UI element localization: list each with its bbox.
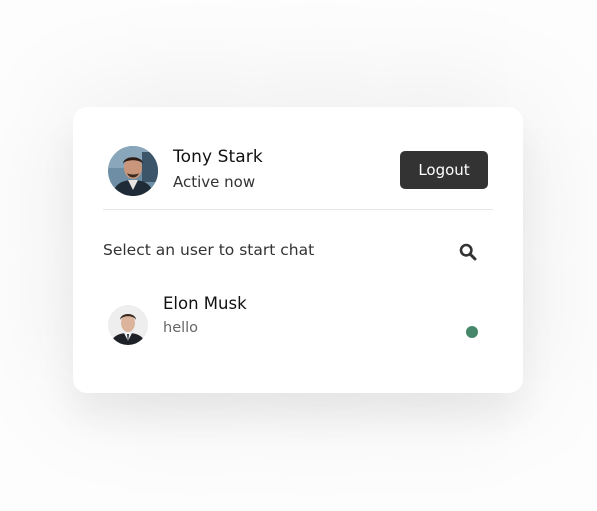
search-button[interactable] — [455, 237, 481, 263]
chat-users-panel: Tony Stark Active now Logout Select an u… — [73, 107, 523, 393]
search-prompt: Select an user to start chat — [103, 241, 315, 259]
search-icon — [455, 243, 481, 261]
header-divider — [103, 209, 493, 210]
user-avatar — [108, 305, 148, 345]
user-name: Elon Musk — [163, 294, 247, 313]
page-background: Tony Stark Active now Logout Select an u… — [0, 0, 597, 511]
online-status-dot — [466, 326, 478, 338]
current-user-name: Tony Stark — [173, 147, 263, 167]
panel-header: Tony Stark Active now Logout — [103, 144, 493, 209]
search-bar: Select an user to start chat — [103, 237, 493, 267]
user-last-message: hello — [163, 320, 199, 336]
current-user-status: Active now — [173, 173, 256, 191]
user-list-item[interactable]: Elon Musk hello — [103, 294, 493, 348]
current-user-avatar — [108, 146, 158, 196]
logout-button[interactable]: Logout — [400, 151, 488, 189]
